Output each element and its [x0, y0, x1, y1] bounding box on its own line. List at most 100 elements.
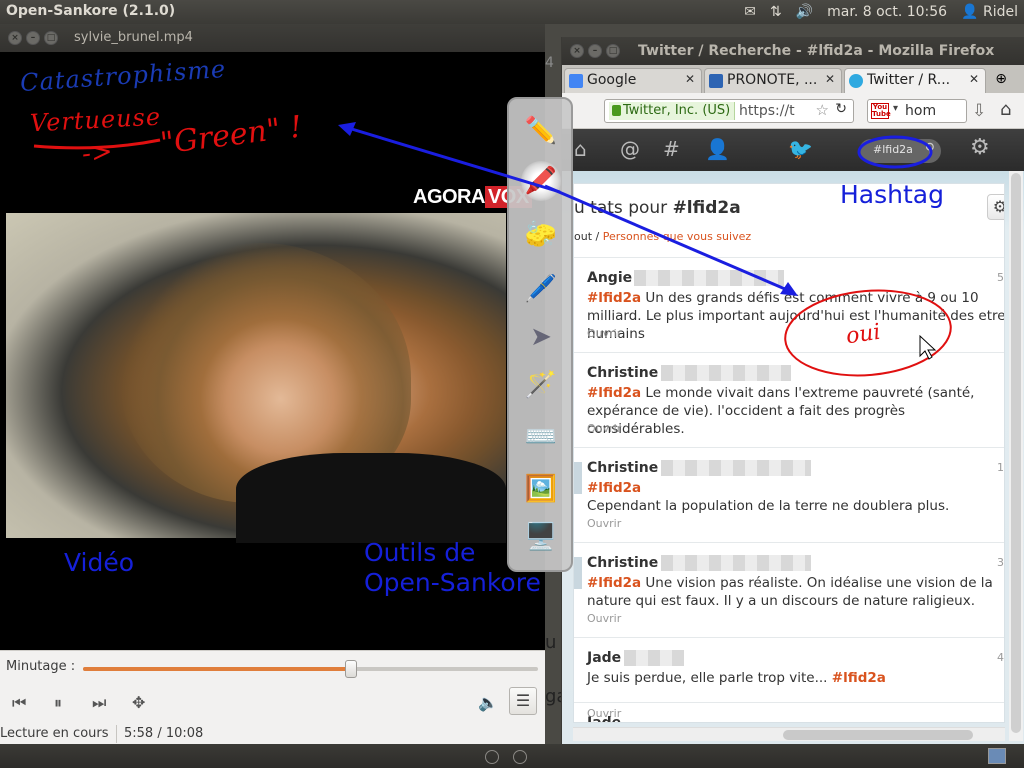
network-icon[interactable]: ⇅	[770, 4, 782, 20]
tweet-hashtag[interactable]: #lfid2a	[587, 575, 641, 591]
firefox-titlebar[interactable]: × – □ Twitter / Recherche - #lfid2a - Mo…	[562, 37, 1024, 65]
tweet-hashtag[interactable]: #lfid2a	[832, 670, 886, 686]
minimize-icon[interactable]: –	[588, 44, 602, 58]
desktop-icon[interactable]: 🖥️	[521, 517, 561, 557]
tweet-text: Je suis perdue, elle parle trop vite... …	[587, 669, 1004, 687]
tweet[interactable]: Jade	[574, 702, 1004, 722]
results-heading: u tats pour #lfid2a	[574, 198, 741, 218]
home-icon[interactable]: ⌂	[574, 137, 587, 161]
tweet-open-link[interactable]: Ouvrir	[587, 422, 621, 435]
tweet[interactable]: Angie 5 #lfid2a Un des grands défis est …	[574, 257, 1004, 352]
discover-icon[interactable]: #	[663, 137, 680, 161]
tweet-author[interactable]: Christine	[587, 365, 658, 381]
close-icon[interactable]: ×	[570, 44, 584, 58]
close-icon[interactable]: ×	[8, 31, 22, 45]
results-panel: u tats pour #lfid2a out / Personnes que …	[573, 183, 1005, 723]
tweet-hashtag[interactable]: #lfid2a	[587, 290, 641, 306]
clock[interactable]: mar. 8 oct. 10:56	[827, 4, 947, 20]
horizontal-scrollbar[interactable]	[573, 727, 1005, 741]
blurred-handle	[661, 460, 811, 476]
tab-twitter[interactable]: Twitter / R... ✕	[844, 68, 986, 93]
volume-icon[interactable]: 🔈	[478, 693, 498, 712]
workspace-indicator[interactable]	[485, 750, 499, 764]
tweet-author[interactable]: Christine	[587, 460, 658, 476]
mentions-icon[interactable]: @	[620, 137, 640, 161]
capture-icon[interactable]: 🖼️	[521, 469, 561, 509]
tab-label: Google	[587, 72, 637, 88]
minimize-icon[interactable]: –	[26, 31, 40, 45]
keyboard-icon[interactable]: ⌨️	[521, 417, 561, 457]
tweet[interactable]: Christine 1 #lfid2a Cependant la populati…	[574, 447, 1004, 542]
seek-slider-thumb[interactable]	[344, 660, 357, 678]
trash-icon[interactable]	[988, 748, 1006, 764]
close-tab-icon[interactable]: ✕	[825, 72, 835, 86]
avatar[interactable]	[574, 462, 582, 494]
pen-tool-icon[interactable]: ✏️	[521, 111, 561, 151]
eraser-tool-icon[interactable]: 🧽	[521, 215, 561, 255]
tweet-author[interactable]: Jade	[587, 715, 621, 722]
desktop: Open-Sankore (2.1.0) ✉ ⇅ 🔊 mar. 8 oct. 1…	[0, 0, 1024, 768]
tweet-hashtag[interactable]: #lfid2a	[587, 385, 641, 401]
search-icon[interactable]: ⚲	[925, 141, 935, 157]
workspace-indicator[interactable]	[513, 750, 527, 764]
player-statusbar: Lecture en cours 5:58 / 10:08	[0, 723, 545, 745]
avatar[interactable]	[574, 557, 582, 589]
close-tab-icon[interactable]: ✕	[685, 72, 695, 86]
youtube-icon[interactable]: You Tube	[871, 103, 891, 119]
highlighter-tool-icon[interactable]: 🖊️	[521, 269, 561, 309]
maximize-icon[interactable]: □	[44, 31, 58, 45]
close-tab-icon[interactable]: ✕	[969, 72, 979, 86]
tab-google[interactable]: Google ✕	[564, 68, 702, 93]
tweet-open-link[interactable]: Ouvrir	[587, 612, 621, 625]
tweet[interactable]: Christine #lfid2a Le monde vivait dans l…	[574, 352, 1004, 447]
mail-icon[interactable]: ✉	[744, 4, 756, 20]
twitter-search-input[interactable]: #lfid2a ⚲	[859, 139, 941, 163]
search-bar[interactable]: You Tube ▾ hom	[867, 99, 967, 123]
new-tab-icon[interactable]: ⊕	[995, 71, 1007, 87]
tab-pronote[interactable]: PRONOTE, ... ✕	[704, 68, 842, 93]
player-titlebar[interactable]: × – □ sylvie_brunel.mp4	[0, 24, 545, 52]
player-controls: Minutage : ⏮ ⏸ ⏭ ✥ 🔈 ☰ Lecture en cours …	[0, 650, 545, 744]
playback-position: 5:58 / 10:08	[124, 726, 204, 741]
settings-gear-icon[interactable]: ⚙	[987, 194, 1004, 220]
user-menu[interactable]: 👤 Ridel	[961, 4, 1018, 20]
home-icon[interactable]: ⌂	[1000, 99, 1011, 120]
menu-icon[interactable]: ☰	[509, 687, 537, 715]
volume-icon[interactable]: 🔊	[796, 4, 813, 20]
url-bar[interactable]: Twitter, Inc. (US) https://t ☆ ↻	[604, 99, 854, 123]
download-icon[interactable]: ⇩	[972, 101, 986, 121]
handwriting-oui: oui	[844, 319, 883, 350]
pointer-tool-icon[interactable]: ➤	[521, 317, 561, 357]
filter-all[interactable]: out	[574, 230, 592, 243]
laser-pointer-icon[interactable]: 🪄	[521, 365, 561, 405]
pause-icon[interactable]: ⏸	[54, 693, 62, 713]
tweet-author[interactable]: Christine	[587, 555, 658, 571]
marker-tool-icon[interactable]: 🖍️	[521, 161, 561, 201]
scrollbar-thumb[interactable]	[783, 730, 973, 740]
tweet-hashtag[interactable]: #lfid2a	[587, 480, 641, 496]
site-identity-label: Twitter, Inc. (US)	[623, 103, 731, 118]
skip-forward-icon[interactable]: ⏭	[92, 693, 106, 713]
skip-back-icon[interactable]: ⏮	[12, 693, 26, 713]
tab-label: PRONOTE, ...	[727, 72, 818, 88]
search-input[interactable]: hom	[905, 103, 936, 119]
bookmark-star-icon[interactable]: ☆	[816, 101, 829, 119]
tweet[interactable]: Christine 3 #lfid2a Une vision pas réali…	[574, 542, 1004, 637]
vertical-scrollbar[interactable]	[1009, 171, 1023, 741]
profile-icon[interactable]: 👤	[705, 137, 730, 161]
move-icon[interactable]: ✥	[132, 693, 145, 712]
tweet-author[interactable]: Angie	[587, 270, 632, 286]
chevron-down-icon[interactable]: ▾	[893, 103, 898, 114]
tweet-open-link[interactable]: Ouvrir	[587, 517, 621, 530]
seek-slider[interactable]	[83, 660, 538, 678]
filter-following[interactable]: Personnes que vous suivez	[603, 230, 751, 243]
maximize-icon[interactable]: □	[606, 44, 620, 58]
tweet-author[interactable]: Jade	[587, 650, 621, 666]
pronote-favicon-icon	[709, 74, 723, 88]
tweet-open-link[interactable]: Ouvrir	[587, 327, 621, 340]
reload-icon[interactable]: ↻	[835, 101, 847, 117]
site-identity[interactable]: Twitter, Inc. (US)	[609, 102, 736, 120]
bottom-panel	[0, 744, 1024, 768]
scrollbar-thumb[interactable]	[1011, 173, 1021, 733]
gear-icon[interactable]: ⚙	[970, 135, 990, 160]
